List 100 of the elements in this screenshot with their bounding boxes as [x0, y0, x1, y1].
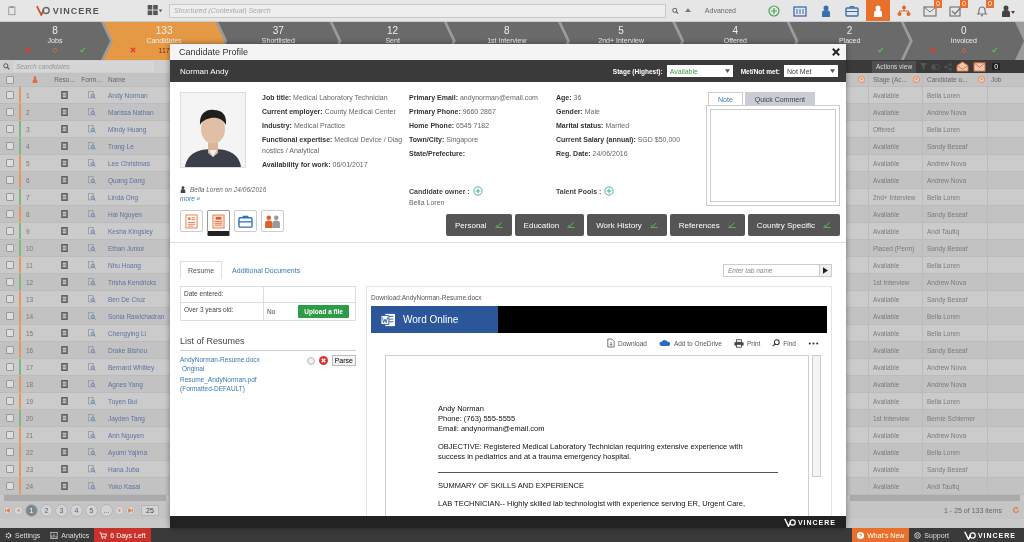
document-icon[interactable]: [61, 448, 68, 456]
preview-icon[interactable]: [87, 227, 96, 235]
section-button[interactable]: Personal: [446, 214, 512, 236]
check-icon[interactable]: [991, 47, 999, 53]
row-checkbox[interactable]: [5, 261, 14, 269]
document-icon[interactable]: [61, 465, 68, 473]
filter-icon[interactable]: [920, 63, 928, 70]
document-icon[interactable]: [61, 380, 68, 388]
preview-icon[interactable]: [87, 312, 96, 320]
apps-menu-button[interactable]: [147, 5, 164, 16]
section-button[interactable]: Country Specific: [747, 214, 840, 236]
preview-icon[interactable]: [87, 448, 96, 456]
check-icon[interactable]: [876, 47, 884, 53]
next-page-icon[interactable]: [115, 505, 124, 515]
reject-icon[interactable]: [930, 47, 937, 53]
row-checkbox[interactable]: [5, 176, 14, 184]
row-checkbox[interactable]: [5, 295, 14, 303]
preview-icon[interactable]: [87, 142, 96, 150]
preview-icon[interactable]: [87, 125, 96, 133]
document-icon[interactable]: [61, 108, 68, 116]
mail-icon[interactable]: [956, 61, 970, 72]
preview-icon[interactable]: [87, 159, 96, 167]
reject-icon[interactable]: [24, 47, 31, 53]
preview-icon[interactable]: [87, 346, 96, 354]
row-checkbox[interactable]: [5, 380, 14, 388]
row-checkbox[interactable]: [5, 397, 14, 405]
preview-icon[interactable]: [87, 261, 96, 269]
row-checkbox[interactable]: [5, 193, 14, 201]
view-tab[interactable]: [207, 210, 230, 236]
more-icon[interactable]: [808, 341, 819, 345]
document-icon[interactable]: [61, 363, 68, 371]
document-icon[interactable]: [61, 91, 68, 99]
add-tab-button[interactable]: [820, 263, 832, 277]
document-icon[interactable]: [61, 227, 68, 235]
row-checkbox[interactable]: [5, 482, 14, 490]
document-icon[interactable]: [61, 244, 68, 252]
radio-button[interactable]: [306, 356, 315, 365]
refresh-icon[interactable]: [1012, 506, 1020, 514]
preview-icon[interactable]: [87, 278, 96, 286]
preview-icon[interactable]: [87, 380, 96, 388]
document-icon[interactable]: [61, 261, 68, 269]
preview-icon[interactable]: [87, 176, 96, 184]
row-checkbox[interactable]: [5, 244, 14, 252]
preview-icon[interactable]: [87, 91, 96, 99]
row-checkbox[interactable]: [5, 414, 14, 422]
document-icon[interactable]: [61, 193, 68, 201]
row-checkbox[interactable]: [5, 278, 14, 286]
share-icon[interactable]: [944, 62, 953, 71]
document-icon[interactable]: [61, 210, 68, 218]
select-all-checkbox[interactable]: [5, 75, 14, 84]
document-icon[interactable]: [61, 414, 68, 422]
preview-icon[interactable]: [87, 397, 96, 405]
preview-icon[interactable]: [87, 482, 96, 490]
row-checkbox[interactable]: [5, 159, 14, 167]
previous-page-icon[interactable]: [14, 505, 23, 515]
preview-icon[interactable]: [87, 465, 96, 473]
preview-icon[interactable]: [87, 244, 96, 252]
document-icon[interactable]: [61, 482, 68, 490]
row-checkbox[interactable]: [5, 108, 14, 116]
preview-icon[interactable]: [87, 295, 96, 303]
section-button[interactable]: Work History: [587, 214, 667, 236]
search-icon[interactable]: [3, 63, 10, 70]
first-page-icon[interactable]: [3, 505, 12, 515]
preview-icon[interactable]: [87, 414, 96, 422]
last-page-icon[interactable]: [126, 505, 135, 515]
document-icon[interactable]: [61, 431, 68, 439]
section-button[interactable]: Education: [514, 214, 585, 236]
document-icon[interactable]: [61, 346, 68, 354]
preview-icon[interactable]: [87, 108, 96, 116]
section-button[interactable]: References: [669, 214, 745, 236]
row-checkbox[interactable]: [5, 448, 14, 456]
note-field[interactable]: [706, 105, 840, 206]
row-checkbox[interactable]: [5, 91, 14, 99]
document-icon[interactable]: [61, 159, 68, 167]
document-icon[interactable]: [61, 142, 68, 150]
document-icon[interactable]: [61, 176, 68, 184]
row-checkbox[interactable]: [5, 227, 14, 235]
vertical-scrollbar[interactable]: [812, 355, 821, 477]
preview-icon[interactable]: [87, 363, 96, 371]
row-checkbox[interactable]: [5, 431, 14, 439]
preview-icon[interactable]: [87, 210, 96, 218]
document-icon[interactable]: [61, 312, 68, 320]
filter-icon[interactable]: [858, 76, 865, 83]
caret-icon[interactable]: [684, 8, 691, 13]
close-icon[interactable]: [832, 48, 840, 56]
add-icon[interactable]: [472, 186, 483, 196]
document-icon[interactable]: [61, 278, 68, 286]
delete-icon[interactable]: [318, 356, 328, 365]
reject-icon[interactable]: [130, 47, 137, 53]
horizontal-scrollbar[interactable]: [4, 495, 166, 501]
preview-icon[interactable]: [87, 431, 96, 439]
toggle-icon[interactable]: [931, 63, 941, 70]
preview-icon[interactable]: [87, 193, 96, 201]
document-icon[interactable]: [61, 329, 68, 337]
filter-icon[interactable]: [978, 76, 985, 83]
row-checkbox[interactable]: [5, 363, 14, 371]
filter-icon[interactable]: [913, 76, 920, 83]
row-checkbox[interactable]: [5, 465, 14, 473]
document-icon[interactable]: [61, 295, 68, 303]
document-icon[interactable]: [61, 397, 68, 405]
